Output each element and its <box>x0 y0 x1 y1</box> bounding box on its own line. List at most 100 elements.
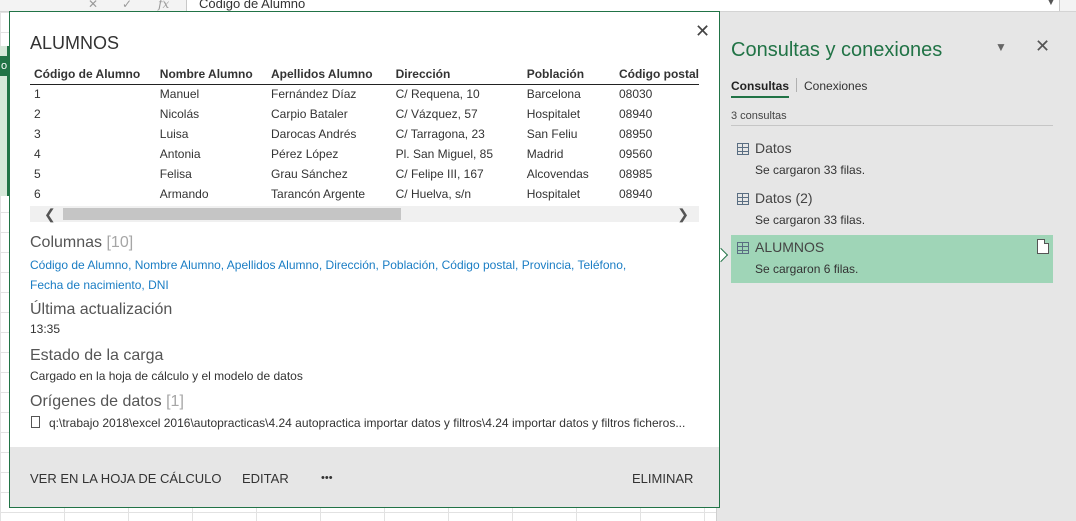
table-cell: Madrid <box>526 147 564 161</box>
table-cell: C/ Felipe III, 167 <box>395 167 484 181</box>
columns-count: [10] <box>106 234 134 251</box>
column-header: Dirección <box>391 64 523 85</box>
table-cell: Tarancón Argente <box>271 187 366 201</box>
tab-conexiones[interactable]: Conexiones <box>804 79 867 96</box>
table-cell: Hospitalet <box>526 187 581 201</box>
table-cell: Darocas Andrés <box>271 127 357 141</box>
load-state-heading: Estado de la carga <box>30 347 164 364</box>
table-cell: 5 <box>34 167 41 181</box>
document-icon[interactable] <box>1037 239 1049 254</box>
sources-heading-label: Orígenes de datos <box>30 393 162 410</box>
table-row: 3 Luisa Darocas Andrés C/ Tarragona, 23 … <box>30 124 699 144</box>
last-update-heading: Última actualización <box>30 301 173 318</box>
query-peek-card: ✕ ALUMNOS Código de Alumno Nombre Alumno… <box>9 11 720 508</box>
table-header-row: Código de Alumno Nombre Alumno Apellidos… <box>30 64 699 85</box>
table-cell: 08950 <box>618 127 653 141</box>
column-link[interactable]: Fecha de nacimiento, <box>30 278 145 292</box>
pane-close-icon[interactable]: ✕ <box>1035 36 1050 57</box>
table-cell: 09560 <box>618 147 653 161</box>
table-cell: Armando <box>159 187 209 201</box>
table-cell: 1 <box>34 87 41 102</box>
enter-icon[interactable]: ✓ <box>122 0 132 11</box>
table-cell: Alcovendas <box>526 167 589 181</box>
table-cell: Nicolás <box>159 107 200 121</box>
table-cell: 2 <box>34 107 41 121</box>
column-link[interactable]: Población, <box>382 258 438 272</box>
card-footer: VER EN LA HOJA DE CÁLCULO EDITAR ••• ELI… <box>10 447 719 507</box>
column-link[interactable]: Teléfono, <box>578 258 627 272</box>
table-cell: 08985 <box>618 167 653 181</box>
pane-tabs: Consultas Conexiones <box>731 78 867 98</box>
query-name: Datos <box>755 140 792 156</box>
column-link[interactable]: Provincia, <box>522 258 575 272</box>
table-icon <box>737 193 749 205</box>
chevron-down-icon[interactable]: ▼ <box>1046 0 1056 8</box>
column-header: Código de Alumno <box>30 64 156 85</box>
column-link[interactable]: DNI <box>148 278 169 292</box>
column-link[interactable]: Código de Alumno, <box>30 258 131 272</box>
horizontal-scrollbar[interactable]: ❮ ❯ <box>30 206 699 222</box>
table-cell: Pérez López <box>271 147 339 161</box>
queries-connections-pane: Consultas y conexiones ▼ ✕ Consultas Cone… <box>716 12 1076 521</box>
columns-heading-label: Columnas <box>30 234 103 251</box>
query-count: 3 consultas <box>731 110 787 122</box>
columns-list: Código de Alumno, Nombre Alumno, Apellid… <box>30 255 700 295</box>
query-status: Se cargaron 33 filas. <box>755 163 866 177</box>
source-path: q:\trabajo 2018\excel 2016\autopracticas… <box>49 416 686 430</box>
table-cell: C/ Huelva, s/n <box>395 187 472 201</box>
fx-button[interactable]: fx <box>158 0 169 11</box>
query-item-datos-2[interactable]: Datos (2) Se cargaron 33 filas. <box>731 186 1053 234</box>
table-cell: 3 <box>34 127 41 141</box>
table-cell: C/ Tarragona, 23 <box>395 127 485 141</box>
table-row: 1 Manuel Fernández Díaz C/ Requena, 10 B… <box>30 84 699 104</box>
more-options-icon[interactable]: ••• <box>321 472 333 484</box>
table-cell: Carpio Bataler <box>271 107 348 121</box>
table-icon <box>737 143 749 155</box>
column-header: Apellidos Alumno <box>267 64 392 85</box>
table-icon <box>737 242 749 254</box>
table-cell: C/ Vázquez, 57 <box>395 107 478 121</box>
table-cell: C/ Requena, 10 <box>395 87 480 102</box>
table-row: 4 Antonia Pérez López Pl. San Miguel, 85… <box>30 144 699 164</box>
table-row: 5 Felisa Grau Sánchez C/ Felipe III, 167… <box>30 164 699 184</box>
tab-consultas[interactable]: Consultas <box>731 79 790 98</box>
preview-table: Código de Alumno Nombre Alumno Apellidos… <box>30 64 699 202</box>
chevron-left-icon[interactable]: ❮ <box>44 206 56 223</box>
table-cell: Hospitalet <box>526 107 581 121</box>
column-link[interactable]: Apellidos Alumno, <box>227 258 322 272</box>
table-cell: Barcelona <box>526 87 581 102</box>
query-item-datos[interactable]: Datos Se cargaron 33 filas. <box>731 136 1053 184</box>
scrollbar-thumb[interactable] <box>63 208 401 220</box>
sources-heading: Orígenes de datos [1] <box>30 393 184 411</box>
column-header: Población <box>522 64 615 85</box>
table-row: 6 Armando Tarancón Argente C/ Huelva, s/… <box>30 184 699 202</box>
cancel-icon[interactable]: ✕ <box>88 0 98 11</box>
table-cell: Grau Sánchez <box>271 167 348 181</box>
table-cell: Felisa <box>159 167 192 181</box>
table-cell: 08940 <box>618 187 653 201</box>
table-cell: Luisa <box>159 127 189 141</box>
query-name: ALUMNOS <box>755 239 825 255</box>
view-in-sheet-button[interactable]: VER EN LA HOJA DE CÁLCULO <box>30 471 221 486</box>
table-cell: San Feliu <box>526 127 578 141</box>
pane-options-icon[interactable]: ▼ <box>995 40 1007 54</box>
table-cell: 6 <box>34 187 41 201</box>
chevron-right-icon[interactable]: ❯ <box>677 206 689 223</box>
column-link[interactable]: Dirección, <box>326 258 379 272</box>
table-cell: Manuel <box>159 87 200 102</box>
column-header-cell[interactable]: o <box>0 56 9 76</box>
pane-title: Consultas y conexiones <box>731 39 943 61</box>
close-icon[interactable]: ✕ <box>695 21 710 42</box>
table-cell: 08940 <box>618 107 653 121</box>
column-link[interactable]: Nombre Alumno, <box>135 258 224 272</box>
table-cell: Antonia <box>159 147 201 161</box>
file-icon <box>31 416 40 428</box>
tab-divider <box>796 78 798 92</box>
edit-button[interactable]: EDITAR <box>242 471 289 486</box>
column-link[interactable]: Código postal, <box>442 258 519 272</box>
query-item-alumnos[interactable]: ALUMNOS Se cargaron 6 filas. <box>731 235 1053 283</box>
query-status: Se cargaron 33 filas. <box>755 213 866 227</box>
card-title: ALUMNOS <box>30 33 120 53</box>
column-header: Código postal <box>614 64 699 85</box>
delete-button[interactable]: ELIMINAR <box>632 471 693 486</box>
